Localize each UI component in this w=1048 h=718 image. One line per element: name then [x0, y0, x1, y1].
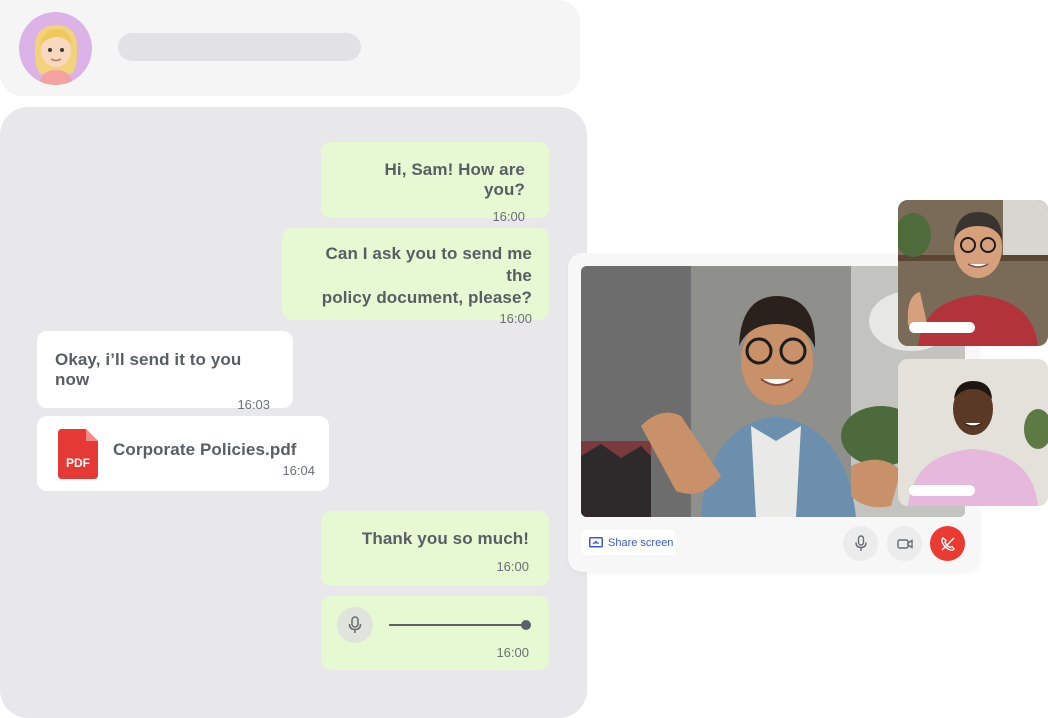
participant-thumbnail[interactable]	[898, 359, 1048, 506]
file-message[interactable]: PDF Corporate Policies.pdf 16:04	[37, 416, 329, 491]
message-time: 16:03	[237, 397, 270, 412]
voice-message[interactable]: 16:00	[321, 596, 549, 670]
share-screen-icon	[589, 536, 603, 547]
end-call-button[interactable]	[930, 526, 965, 561]
end-call-icon	[940, 536, 955, 551]
mute-microphone-button[interactable]	[843, 526, 878, 561]
message-text-line: policy document, please?	[321, 288, 532, 307]
message-time: 16:00	[496, 559, 529, 574]
share-screen-label: Share screen	[608, 536, 674, 549]
share-screen-button[interactable]: Share screen	[581, 530, 676, 555]
voice-progress-track[interactable]	[389, 624, 525, 626]
message-bubble: Hi, Sam! How are you? 16:00	[321, 142, 549, 224]
participant-video-image	[898, 359, 1048, 506]
contact-name-placeholder	[118, 33, 361, 61]
voice-progress-handle[interactable]	[521, 620, 531, 630]
participant-name-placeholder	[909, 485, 975, 496]
microphone-icon[interactable]	[337, 607, 373, 643]
message-time: 16:00	[492, 209, 525, 224]
message-text: Thank you so much!	[361, 529, 529, 548]
camera-icon	[896, 538, 913, 549]
message-text-line: Can I ask you to send me the	[325, 244, 532, 285]
pdf-file-icon: PDF	[58, 429, 98, 479]
message-time: 16:00	[496, 645, 529, 660]
pdf-badge: PDF	[66, 456, 90, 470]
message-bubble: Thank you so much! 16:00	[321, 511, 549, 586]
woman-avatar-icon	[34, 25, 78, 85]
message-bubble: Okay, i’ll send it to you now 16:03	[37, 331, 293, 412]
participant-name-placeholder	[909, 322, 975, 333]
message-bubble: Can I ask you to send me the policy docu…	[282, 228, 549, 326]
participant-thumbnail[interactable]	[898, 200, 1048, 346]
message-text: Hi, Sam! How are you?	[384, 160, 525, 199]
message-text: Okay, i’ll send it to you now	[55, 350, 242, 389]
file-name: Corporate Policies.pdf	[113, 440, 297, 459]
contact-avatar[interactable]	[19, 12, 92, 85]
message-time: 16:00	[499, 311, 532, 326]
microphone-icon	[854, 535, 867, 551]
toggle-camera-button[interactable]	[887, 526, 922, 561]
chat-header	[0, 0, 580, 96]
message-time: 16:04	[282, 463, 315, 478]
